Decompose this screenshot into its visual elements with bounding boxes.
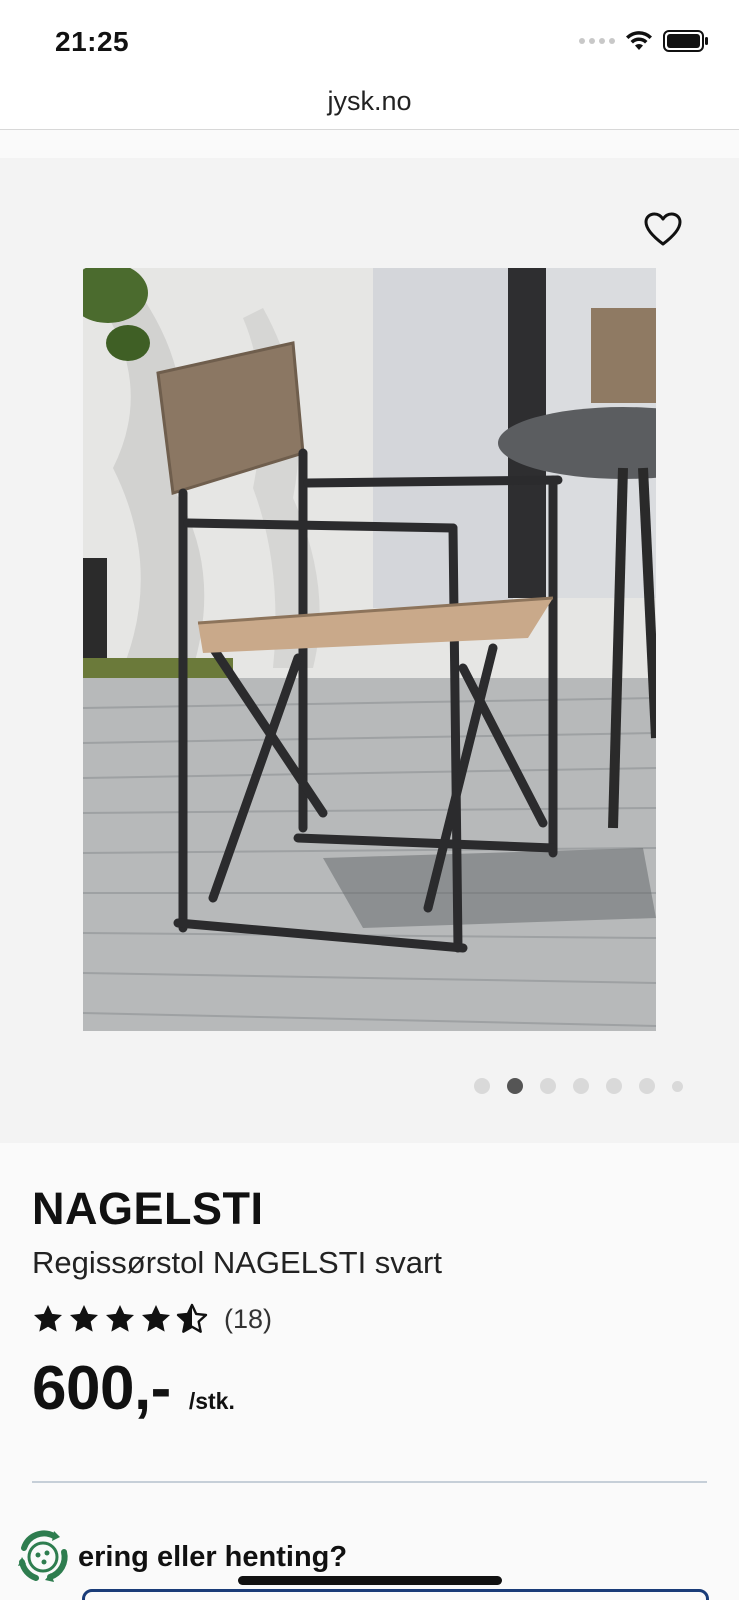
wifi-icon — [626, 31, 652, 50]
delivery-option-box[interactable] — [82, 1589, 709, 1600]
gallery-dot[interactable] — [540, 1078, 556, 1094]
divider — [32, 1481, 707, 1483]
status-time: 21:25 — [55, 26, 130, 57]
gallery-dot[interactable] — [606, 1078, 622, 1094]
star-full-icon — [106, 1305, 134, 1332]
product-price: 600,- /stk. — [32, 1353, 235, 1424]
gallery-dot[interactable] — [573, 1078, 589, 1094]
gallery-dot[interactable] — [639, 1078, 655, 1094]
product-gallery[interactable] — [0, 158, 739, 1143]
url-text[interactable]: jysk.no — [0, 86, 739, 117]
product-name: Regissørstol NAGELSTI svart — [32, 1245, 442, 1280]
heart-icon[interactable] — [643, 210, 683, 250]
home-indicator — [238, 1576, 502, 1585]
gallery-dot-active[interactable] — [507, 1078, 523, 1094]
cellular-signal-icon — [579, 38, 615, 44]
star-full-icon — [70, 1305, 98, 1332]
product-brand: NAGELSTI — [32, 1183, 264, 1234]
browser-url-bar[interactable]: jysk.no — [0, 80, 739, 130]
price-unit: /stk. — [188, 1388, 235, 1414]
status-bar: 21:25 — [0, 0, 739, 80]
product-rating[interactable]: (18) — [32, 1303, 272, 1335]
star-half-icon — [176, 1303, 208, 1333]
delivery-question: ering eller henting? — [78, 1540, 348, 1573]
battery-icon — [663, 30, 708, 52]
gallery-pagination — [474, 1078, 683, 1094]
recycle-delivery-icon — [18, 1530, 68, 1582]
product-info: NAGELSTI Regissørstol NAGELSTI svart (18… — [0, 1143, 739, 1600]
gallery-dot[interactable] — [672, 1080, 683, 1092]
review-count[interactable]: (18) — [224, 1304, 272, 1335]
chair-photo — [83, 268, 656, 1031]
star-full-icon — [34, 1305, 62, 1332]
status-icons — [579, 30, 709, 52]
gallery-dot[interactable] — [474, 1078, 490, 1094]
star-full-icon — [142, 1305, 170, 1332]
product-image[interactable] — [83, 268, 656, 1031]
price-value: 600,- — [32, 1354, 171, 1423]
